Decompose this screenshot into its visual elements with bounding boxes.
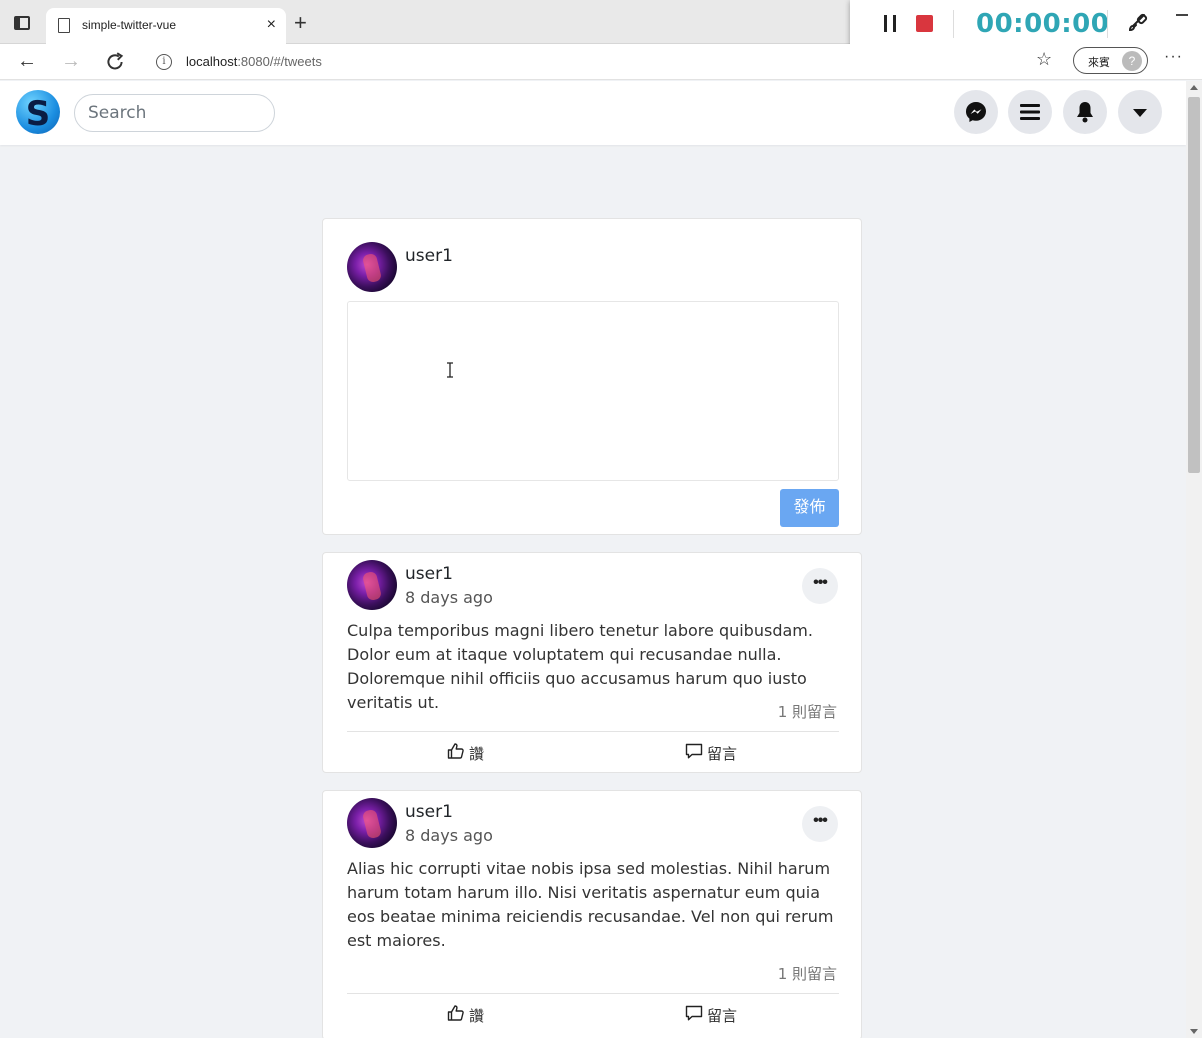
search-input[interactable] — [74, 94, 275, 132]
tweet-text: Alias hic corrupti vitae nobis ipsa sed … — [347, 859, 834, 950]
menu-button[interactable] — [1008, 90, 1052, 134]
comment-icon — [685, 743, 703, 759]
comment-label: 留言 — [707, 1008, 738, 1025]
caret-down-icon — [1133, 109, 1147, 117]
stop-icon[interactable] — [916, 15, 933, 32]
more-icon: ••• — [813, 574, 828, 591]
notifications-button[interactable] — [1063, 90, 1107, 134]
reload-icon[interactable] — [104, 51, 126, 73]
tweet-text: Culpa temporibus magni libero tenetur la… — [347, 621, 813, 712]
url-field[interactable]: i localhost:8080/#/tweets — [142, 47, 1020, 77]
tweet-username[interactable]: user1 — [405, 564, 453, 584]
page-icon — [58, 18, 70, 33]
menu-icon — [1020, 104, 1040, 120]
tweet-composer-card: user1 發佈 — [322, 218, 862, 535]
back-icon[interactable]: ← — [16, 50, 38, 72]
address-bar: ← → i localhost:8080/#/tweets ☆ 來賓 ? ··· — [0, 44, 1202, 80]
more-icon: ••• — [813, 812, 828, 829]
app-logo[interactable]: S — [16, 90, 60, 134]
app-navbar: S — [0, 81, 1186, 145]
divider — [1107, 10, 1108, 38]
comment-button[interactable]: 留言 — [685, 740, 765, 764]
tab-close-icon[interactable]: × — [267, 16, 276, 34]
url-host: localhost — [186, 54, 238, 69]
profile-button[interactable]: 來賓 ? — [1073, 47, 1148, 74]
new-tab-button[interactable]: + — [294, 12, 307, 34]
site-info-icon[interactable]: i — [156, 54, 172, 70]
thumbs-up-icon — [447, 743, 464, 759]
avatar[interactable] — [347, 560, 397, 610]
composer-username[interactable]: user1 — [405, 246, 453, 266]
like-button[interactable]: 讚 — [447, 740, 517, 764]
tweet-card: user1 8 days ago ••• Alias hic corrupti … — [322, 790, 862, 1038]
avatar[interactable] — [347, 798, 397, 848]
like-label: 讚 — [469, 1008, 485, 1025]
messenger-icon — [966, 102, 986, 122]
divider — [953, 10, 954, 38]
thumbs-up-icon — [447, 1005, 464, 1021]
divider — [347, 993, 839, 994]
scroll-up-icon[interactable] — [1190, 85, 1198, 90]
guest-avatar-icon: ? — [1122, 51, 1142, 71]
like-label: 讚 — [469, 746, 485, 763]
more-options-icon[interactable]: ··· — [1164, 48, 1183, 66]
post-button[interactable]: 發佈 — [780, 489, 839, 527]
recording-timer: 00:00:00 — [976, 9, 1110, 39]
page-viewport: S Search user1 發佈 user1 8 days ago ••• C… — [0, 81, 1186, 1038]
comment-button[interactable]: 留言 — [685, 1002, 765, 1026]
tweet-card: user1 8 days ago ••• Culpa temporibus ma… — [322, 552, 862, 773]
url-path: :8080/#/tweets — [237, 54, 322, 69]
tweet-options-button[interactable]: ••• — [802, 806, 838, 842]
pause-icon[interactable] — [884, 15, 896, 32]
tweet-timestamp: 8 days ago — [405, 826, 493, 845]
minimize-icon[interactable] — [1176, 14, 1188, 16]
reply-count[interactable]: 1 則留言 — [778, 701, 837, 722]
favorites-icon[interactable]: ☆ — [1036, 49, 1052, 70]
reply-count[interactable]: 1 則留言 — [778, 963, 837, 984]
tweet-textarea[interactable] — [347, 301, 839, 481]
browser-tab[interactable]: simple-twitter-vue × — [46, 8, 286, 44]
brush-icon[interactable] — [1126, 12, 1148, 34]
comment-icon — [685, 1005, 703, 1021]
divider — [347, 731, 839, 732]
text-cursor-icon — [447, 362, 453, 378]
screen-recorder-panel: 00:00:00 — [850, 0, 1202, 48]
url-text: localhost:8080/#/tweets — [186, 54, 322, 69]
messenger-button[interactable] — [954, 90, 998, 134]
page-scrollbar[interactable] — [1186, 81, 1202, 1038]
forward-icon[interactable]: → — [60, 50, 82, 72]
like-button[interactable]: 讚 — [447, 1002, 517, 1026]
tweet-options-button[interactable]: ••• — [802, 568, 838, 604]
logo-letter: S — [25, 94, 51, 134]
tweet-username[interactable]: user1 — [405, 802, 453, 822]
account-dropdown-button[interactable] — [1118, 90, 1162, 134]
profile-label: 來賓 — [1088, 57, 1110, 69]
bell-icon — [1077, 102, 1093, 123]
comment-label: 留言 — [707, 746, 738, 763]
scrollbar-thumb[interactable] — [1188, 97, 1200, 473]
tab-actions-icon[interactable] — [14, 16, 30, 30]
scroll-down-icon[interactable] — [1190, 1029, 1198, 1034]
tweet-timestamp: 8 days ago — [405, 588, 493, 607]
tab-title: simple-twitter-vue — [82, 18, 177, 32]
avatar[interactable] — [347, 242, 397, 292]
